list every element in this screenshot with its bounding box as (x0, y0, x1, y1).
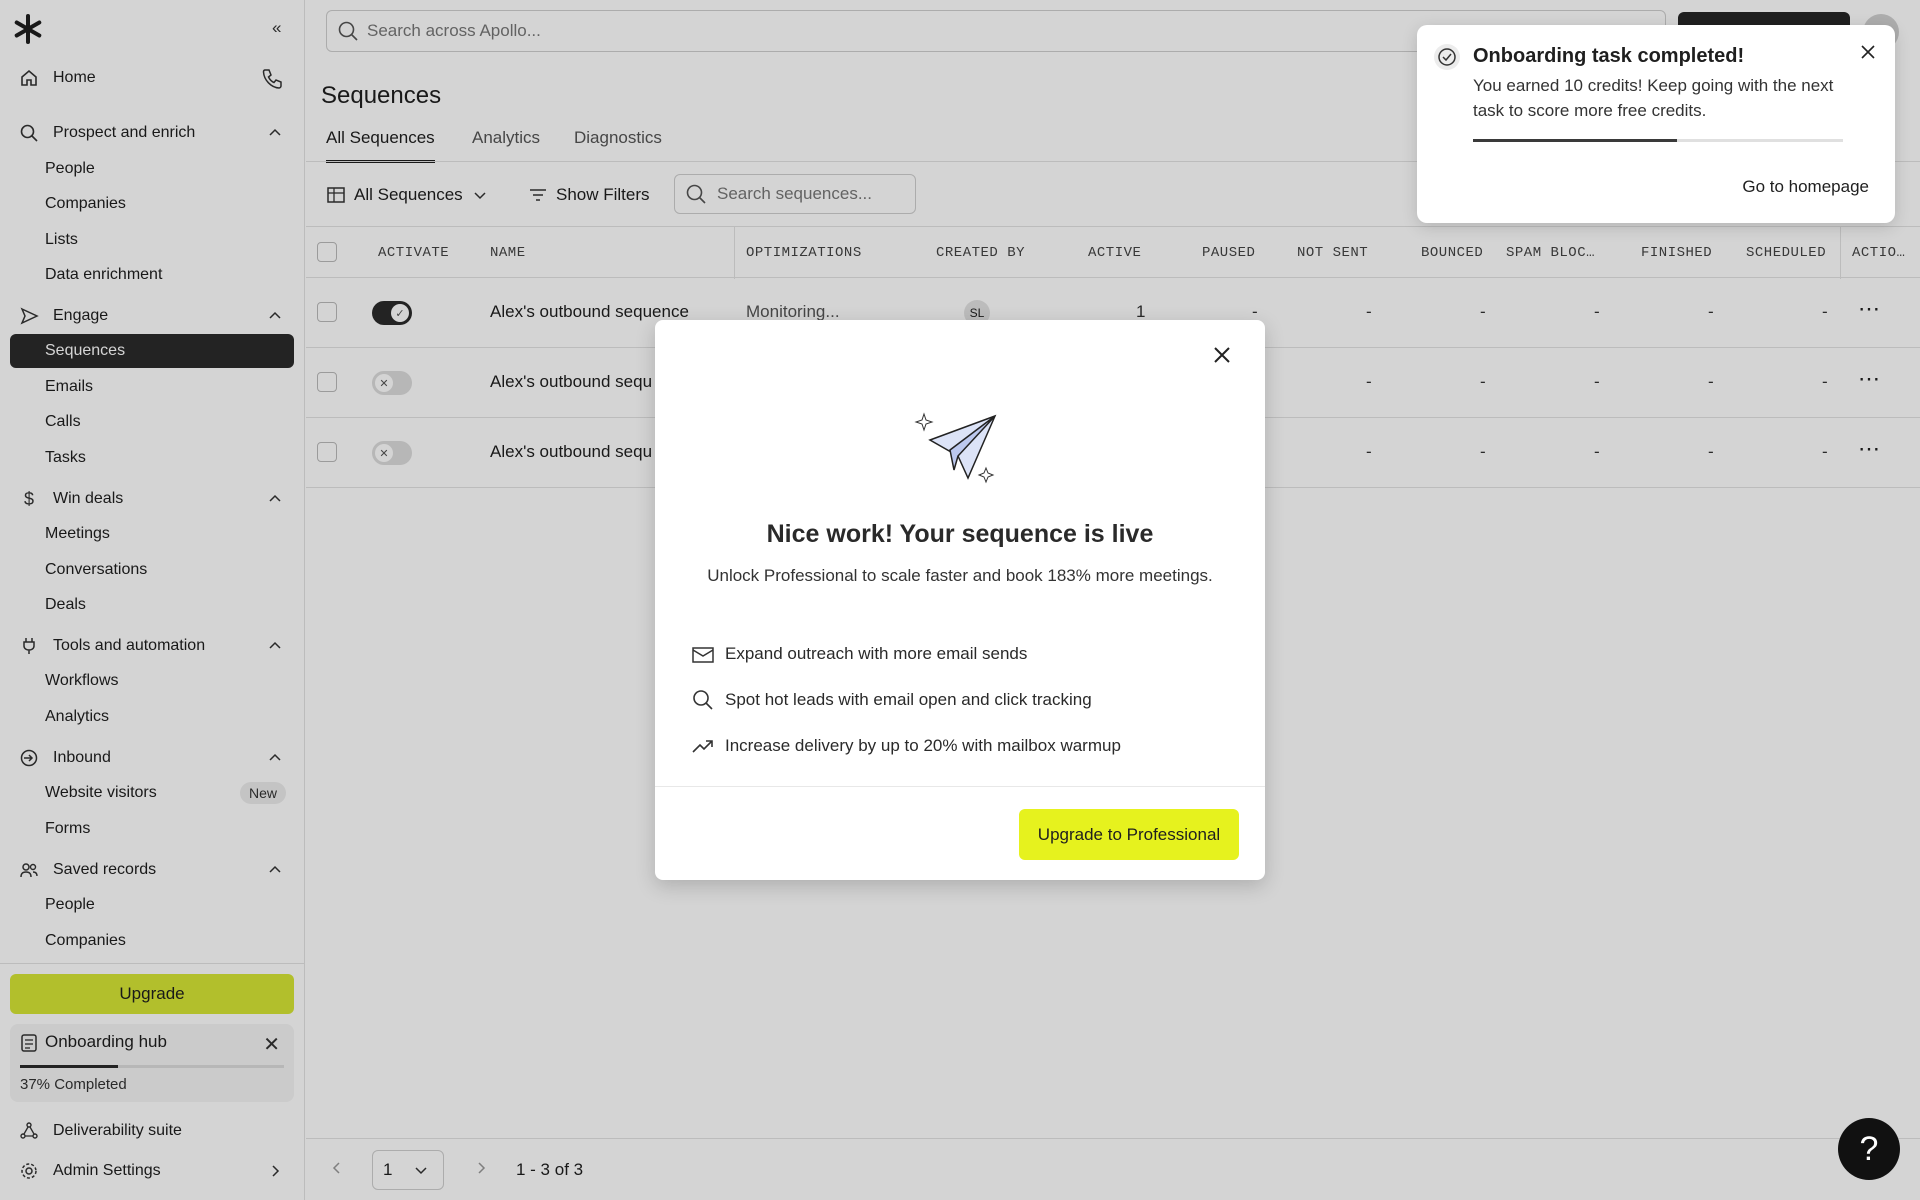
toast-body: You earned 10 credits! Keep going with t… (1473, 76, 1834, 120)
toast-progress-fill (1473, 139, 1677, 142)
modal-title: Nice work! Your sequence is live (766, 520, 1154, 548)
check-circle-icon (1433, 43, 1461, 71)
modal-subtitle: Unlock Professional to scale faster and … (707, 566, 1213, 585)
mail-icon (691, 642, 715, 666)
feature-text: Expand outreach with more email sends (725, 644, 1028, 663)
search-icon (691, 688, 715, 712)
feature-item: Expand outreach with more email sends (691, 642, 1027, 666)
feature-text: Increase delivery by up to 20% with mail… (725, 736, 1121, 755)
trending-up-icon (691, 734, 715, 758)
upgrade-to-professional-button[interactable]: Upgrade to Professional (1019, 809, 1239, 860)
feature-text: Spot hot leads with email open and click… (725, 690, 1092, 709)
divider (655, 786, 1265, 787)
go-to-homepage-link[interactable]: Go to homepage (1742, 177, 1869, 197)
help-button[interactable]: ? (1838, 1118, 1900, 1180)
feature-item: Increase delivery by up to 20% with mail… (691, 734, 1121, 758)
close-icon[interactable] (1213, 346, 1231, 364)
onboarding-toast: Onboarding task completed! You earned 10… (1417, 25, 1895, 223)
paper-plane-icon (910, 408, 1010, 488)
feature-item: Spot hot leads with email open and click… (691, 688, 1092, 712)
close-icon[interactable] (1861, 45, 1875, 59)
toast-title: Onboarding task completed! (1473, 45, 1745, 67)
toast-progress-track (1473, 139, 1843, 142)
upgrade-modal: Nice work! Your sequence is live Unlock … (655, 320, 1265, 880)
